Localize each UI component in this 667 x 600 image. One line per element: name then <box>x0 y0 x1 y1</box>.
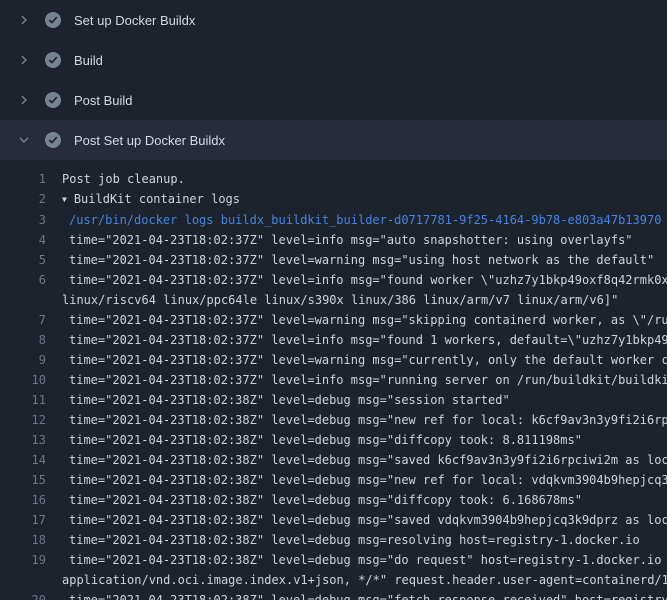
log-line-text: time="2021-04-23T18:02:37Z" level=warnin… <box>62 350 667 370</box>
log-line: 10time="2021-04-23T18:02:37Z" level=info… <box>0 370 667 390</box>
chevron-right-icon <box>16 12 32 28</box>
log-line-number: 11 <box>0 390 62 410</box>
log-line-number: 19 <box>0 550 62 570</box>
step-row-post-set-up-docker-buildx[interactable]: Post Set up Docker Buildx <box>0 120 667 160</box>
log-line-text: Post job cleanup. <box>62 169 667 189</box>
log-line-number: 15 <box>0 470 62 490</box>
log-line: linux/riscv64 linux/ppc64le linux/s390x … <box>0 290 667 310</box>
chevron-right-icon <box>16 52 32 68</box>
log-line-number: 8 <box>0 330 62 350</box>
log-line-number: 7 <box>0 310 62 330</box>
log-line-number: 1 <box>0 169 62 189</box>
log-line-text: time="2021-04-23T18:02:38Z" level=debug … <box>62 410 667 430</box>
log-line-text: time="2021-04-23T18:02:37Z" level=info m… <box>62 330 667 350</box>
log-line-number: 2 <box>0 189 62 210</box>
log-line-text: linux/riscv64 linux/ppc64le linux/s390x … <box>62 290 667 310</box>
log-line-number: 16 <box>0 490 62 510</box>
log-line: 17time="2021-04-23T18:02:38Z" level=debu… <box>0 510 667 530</box>
log-group-toggle-icon[interactable]: ▼ <box>62 190 67 210</box>
log-line-text: time="2021-04-23T18:02:37Z" level=info m… <box>62 370 667 390</box>
log-line-text: time="2021-04-23T18:02:38Z" level=debug … <box>62 510 667 530</box>
log-line: 7time="2021-04-23T18:02:37Z" level=warni… <box>0 310 667 330</box>
log-group-label: BuildKit container logs <box>74 192 240 206</box>
log-line-text: time="2021-04-23T18:02:38Z" level=debug … <box>62 550 667 570</box>
log-line-text: time="2021-04-23T18:02:37Z" level=warnin… <box>62 310 667 330</box>
log-line-number: 12 <box>0 410 62 430</box>
log-line: 9time="2021-04-23T18:02:37Z" level=warni… <box>0 350 667 370</box>
step-row-build[interactable]: Build <box>0 40 667 80</box>
check-circle-icon <box>45 12 61 28</box>
log-line-text: ▼ BuildKit container logs <box>62 189 667 210</box>
log-view: 1Post job cleanup.2▼ BuildKit container l… <box>0 160 667 600</box>
log-line: 6time="2021-04-23T18:02:37Z" level=info … <box>0 270 667 290</box>
log-line-text: /usr/bin/docker logs buildx_buildkit_bui… <box>62 210 667 230</box>
log-line-number: 4 <box>0 230 62 250</box>
log-line-text: application/vnd.oci.image.index.v1+json,… <box>62 570 667 590</box>
log-line: 3/usr/bin/docker logs buildx_buildkit_bu… <box>0 210 667 230</box>
log-line-text: time="2021-04-23T18:02:38Z" level=debug … <box>62 530 667 550</box>
log-line-text: time="2021-04-23T18:02:37Z" level=warnin… <box>62 250 667 270</box>
chevron-right-icon <box>16 92 32 108</box>
log-line: 14time="2021-04-23T18:02:38Z" level=debu… <box>0 450 667 470</box>
log-line-text: time="2021-04-23T18:02:37Z" level=info m… <box>62 270 667 290</box>
log-line-text: time="2021-04-23T18:02:38Z" level=debug … <box>62 490 667 510</box>
log-line-number: 6 <box>0 270 62 290</box>
log-line-number: 18 <box>0 530 62 550</box>
step-label: Set up Docker Buildx <box>74 13 195 28</box>
log-line-number: 20 <box>0 590 62 600</box>
log-line: 19time="2021-04-23T18:02:38Z" level=debu… <box>0 550 667 570</box>
log-group-header[interactable]: 2▼ BuildKit container logs <box>0 189 667 210</box>
log-line: 11time="2021-04-23T18:02:38Z" level=debu… <box>0 390 667 410</box>
step-label: Post Set up Docker Buildx <box>74 133 225 148</box>
log-line-text: time="2021-04-23T18:02:38Z" level=debug … <box>62 390 667 410</box>
chevron-down-icon <box>16 132 32 148</box>
log-line-number: 17 <box>0 510 62 530</box>
log-line-number: 10 <box>0 370 62 390</box>
log-line-text: time="2021-04-23T18:02:38Z" level=debug … <box>62 430 667 450</box>
check-circle-icon <box>45 52 61 68</box>
step-list: Set up Docker Buildx Build Post Build Post … <box>0 0 667 160</box>
log-line-text: time="2021-04-23T18:02:38Z" level=debug … <box>62 590 667 600</box>
log-line: 15time="2021-04-23T18:02:38Z" level=debu… <box>0 470 667 490</box>
log-line: 8time="2021-04-23T18:02:37Z" level=info … <box>0 330 667 350</box>
log-line: 16time="2021-04-23T18:02:38Z" level=debu… <box>0 490 667 510</box>
step-row-post-build[interactable]: Post Build <box>0 80 667 120</box>
log-line-number <box>0 570 62 590</box>
log-line: 18time="2021-04-23T18:02:38Z" level=debu… <box>0 530 667 550</box>
log-line: 13time="2021-04-23T18:02:38Z" level=debu… <box>0 430 667 450</box>
log-line-text: time="2021-04-23T18:02:38Z" level=debug … <box>62 450 667 470</box>
log-line: 5time="2021-04-23T18:02:37Z" level=warni… <box>0 250 667 270</box>
log-line-number: 14 <box>0 450 62 470</box>
log-line: 12time="2021-04-23T18:02:38Z" level=debu… <box>0 410 667 430</box>
check-circle-icon <box>45 132 61 148</box>
log-line-number: 3 <box>0 210 62 230</box>
log-line-text: time="2021-04-23T18:02:37Z" level=info m… <box>62 230 667 250</box>
log-line-text: time="2021-04-23T18:02:38Z" level=debug … <box>62 470 667 490</box>
log-line: 4time="2021-04-23T18:02:37Z" level=info … <box>0 230 667 250</box>
log-line-number: 13 <box>0 430 62 450</box>
log-line-number <box>0 290 62 310</box>
log-line: 1Post job cleanup. <box>0 169 667 189</box>
log-line-number: 5 <box>0 250 62 270</box>
log-line: 20time="2021-04-23T18:02:38Z" level=debu… <box>0 590 667 600</box>
step-label: Post Build <box>74 93 133 108</box>
check-circle-icon <box>45 92 61 108</box>
log-line: application/vnd.oci.image.index.v1+json,… <box>0 570 667 590</box>
step-label: Build <box>74 53 103 68</box>
step-row-set-up-docker-buildx[interactable]: Set up Docker Buildx <box>0 0 667 40</box>
log-line-number: 9 <box>0 350 62 370</box>
